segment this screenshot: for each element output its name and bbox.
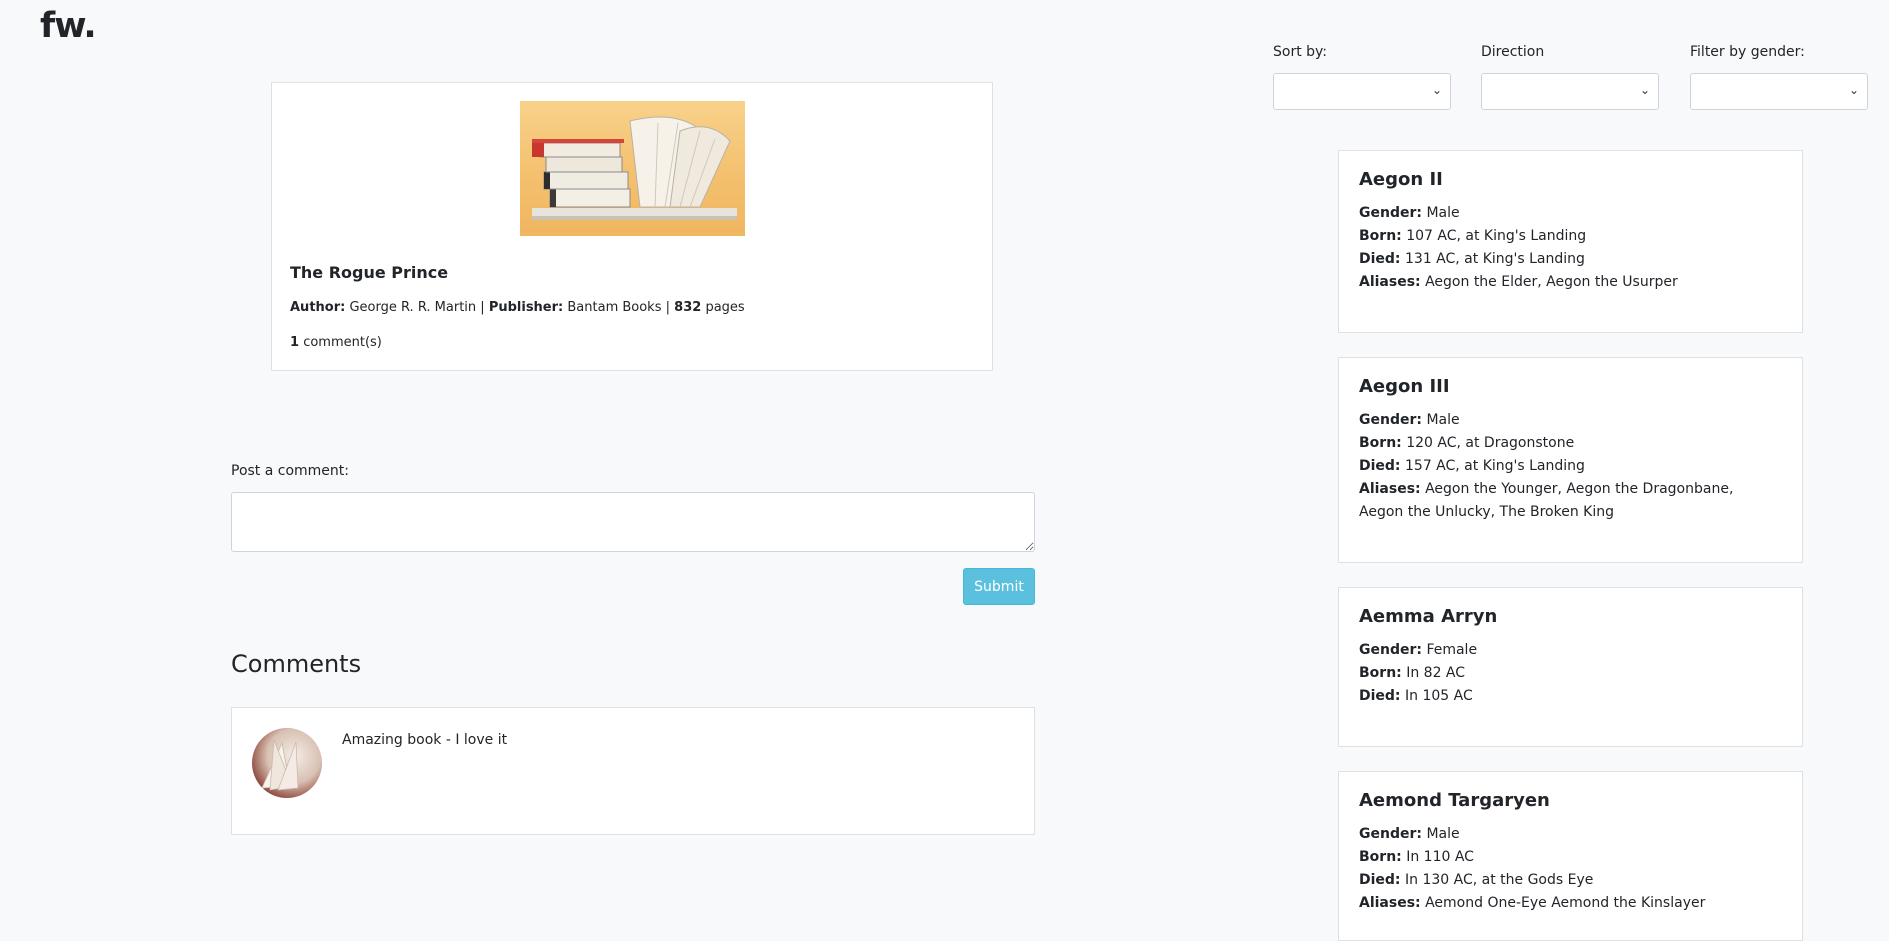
comment-input[interactable] — [231, 492, 1035, 552]
died-row: Died: 157 AC, at King's Landing — [1359, 455, 1782, 478]
born-label: Born: — [1359, 665, 1402, 681]
page-count: 832 — [674, 300, 702, 315]
comment-count-value: 1 — [290, 335, 300, 350]
aliases-row: Aliases: Aemond One-Eye Aemond the Kinsl… — [1359, 892, 1782, 915]
comment-text: Amazing book - I love it — [342, 732, 508, 748]
born-label: Born: — [1359, 849, 1402, 865]
character-card: Aemma Arryn Gender: Female Born: In 82 A… — [1338, 587, 1803, 747]
author-label: Author: — [290, 300, 346, 315]
aliases-label: Aliases: — [1359, 274, 1421, 290]
direction-select[interactable]: ⌄ — [1481, 73, 1659, 110]
chevron-down-icon: ⌄ — [1848, 83, 1859, 97]
post-comment-label: Post a comment: — [231, 463, 350, 479]
pages-label: pages — [705, 300, 745, 315]
died-label: Died: — [1359, 688, 1401, 704]
gender-row: Gender: Male — [1359, 823, 1782, 846]
gender-label: Gender: — [1359, 642, 1422, 658]
gender-label: Gender: — [1359, 826, 1422, 842]
aliases-label: Aliases: — [1359, 895, 1421, 911]
gender-value: Male — [1426, 205, 1460, 221]
born-value: 107 AC, at King's Landing — [1406, 228, 1587, 244]
born-row: Born: 107 AC, at King's Landing — [1359, 225, 1782, 248]
character-card: Aegon III Gender: Male Born: 120 AC, at … — [1338, 357, 1803, 563]
separator: | — [665, 300, 671, 315]
born-label: Born: — [1359, 228, 1402, 244]
died-label: Died: — [1359, 872, 1401, 888]
aliases-value: Aemond One-Eye Aemond the Kinslayer — [1425, 895, 1706, 911]
chevron-down-icon: ⌄ — [1431, 83, 1442, 97]
gender-row: Gender: Male — [1359, 409, 1782, 432]
born-value: In 110 AC — [1406, 849, 1474, 865]
comments-heading: Comments — [231, 650, 362, 678]
character-card: Aemond Targaryen Gender: Male Born: In 1… — [1338, 771, 1803, 941]
book-cover-image — [520, 101, 745, 236]
died-label: Died: — [1359, 251, 1401, 267]
died-row: Died: 131 AC, at King's Landing — [1359, 248, 1782, 271]
sort-by-select[interactable]: ⌄ — [1273, 73, 1451, 110]
comment-count: 1 comment(s) — [290, 335, 382, 350]
submit-button[interactable]: Submit — [963, 568, 1035, 605]
born-label: Born: — [1359, 435, 1402, 451]
died-value: 131 AC, at King's Landing — [1405, 251, 1585, 267]
book-pages-icon — [261, 739, 299, 791]
died-value: In 105 AC — [1405, 688, 1473, 704]
chevron-down-icon: ⌄ — [1639, 83, 1650, 97]
character-name[interactable]: Aemond Targaryen — [1359, 790, 1782, 811]
filter-gender-label: Filter by gender: — [1690, 44, 1805, 60]
gender-value: Male — [1426, 826, 1460, 842]
aliases-row: Aliases: Aegon the Younger, Aegon the Dr… — [1359, 478, 1782, 524]
gender-label: Gender: — [1359, 205, 1422, 221]
gender-row: Gender: Male — [1359, 202, 1782, 225]
character-card: Aegon II Gender: Male Born: 107 AC, at K… — [1338, 150, 1803, 333]
character-name[interactable]: Aegon II — [1359, 169, 1782, 190]
filter-gender-select[interactable]: ⌄ — [1690, 73, 1868, 110]
book-card: The Rogue Prince Author: George R. R. Ma… — [271, 82, 993, 371]
born-value: 120 AC, at Dragonstone — [1406, 435, 1575, 451]
gender-value: Female — [1426, 642, 1478, 658]
died-value: In 130 AC, at the Gods Eye — [1405, 872, 1594, 888]
books-illustration — [532, 116, 737, 220]
publisher-value: Bantam Books — [567, 300, 662, 315]
died-label: Died: — [1359, 458, 1401, 474]
aliases-value: Aegon the Elder, Aegon the Usurper — [1425, 274, 1678, 290]
born-row: Born: 120 AC, at Dragonstone — [1359, 432, 1782, 455]
sort-by-label: Sort by: — [1273, 44, 1328, 60]
character-name[interactable]: Aemma Arryn — [1359, 606, 1782, 627]
direction-label: Direction — [1481, 44, 1545, 60]
author-value: George R. R. Martin — [349, 300, 477, 315]
book-title[interactable]: The Rogue Prince — [290, 263, 448, 282]
logo[interactable]: fw. — [40, 6, 97, 46]
character-name[interactable]: Aegon III — [1359, 376, 1782, 397]
separator: | — [480, 300, 485, 315]
gender-row: Gender: Female — [1359, 639, 1782, 662]
avatar — [252, 728, 322, 798]
aliases-label: Aliases: — [1359, 481, 1421, 497]
publisher-label: Publisher: — [488, 300, 564, 315]
born-value: In 82 AC — [1406, 665, 1466, 681]
gender-label: Gender: — [1359, 412, 1422, 428]
died-row: Died: In 130 AC, at the Gods Eye — [1359, 869, 1782, 892]
died-row: Died: In 105 AC — [1359, 685, 1782, 708]
book-meta: Author: George R. R. Martin | Publisher:… — [290, 300, 745, 315]
gender-value: Male — [1426, 412, 1460, 428]
comment-item: Amazing book - I love it — [231, 707, 1035, 835]
born-row: Born: In 110 AC — [1359, 846, 1782, 869]
born-row: Born: In 82 AC — [1359, 662, 1782, 685]
died-value: 157 AC, at King's Landing — [1405, 458, 1585, 474]
comment-count-label: comment(s) — [303, 335, 382, 350]
aliases-row: Aliases: Aegon the Elder, Aegon the Usur… — [1359, 271, 1782, 294]
